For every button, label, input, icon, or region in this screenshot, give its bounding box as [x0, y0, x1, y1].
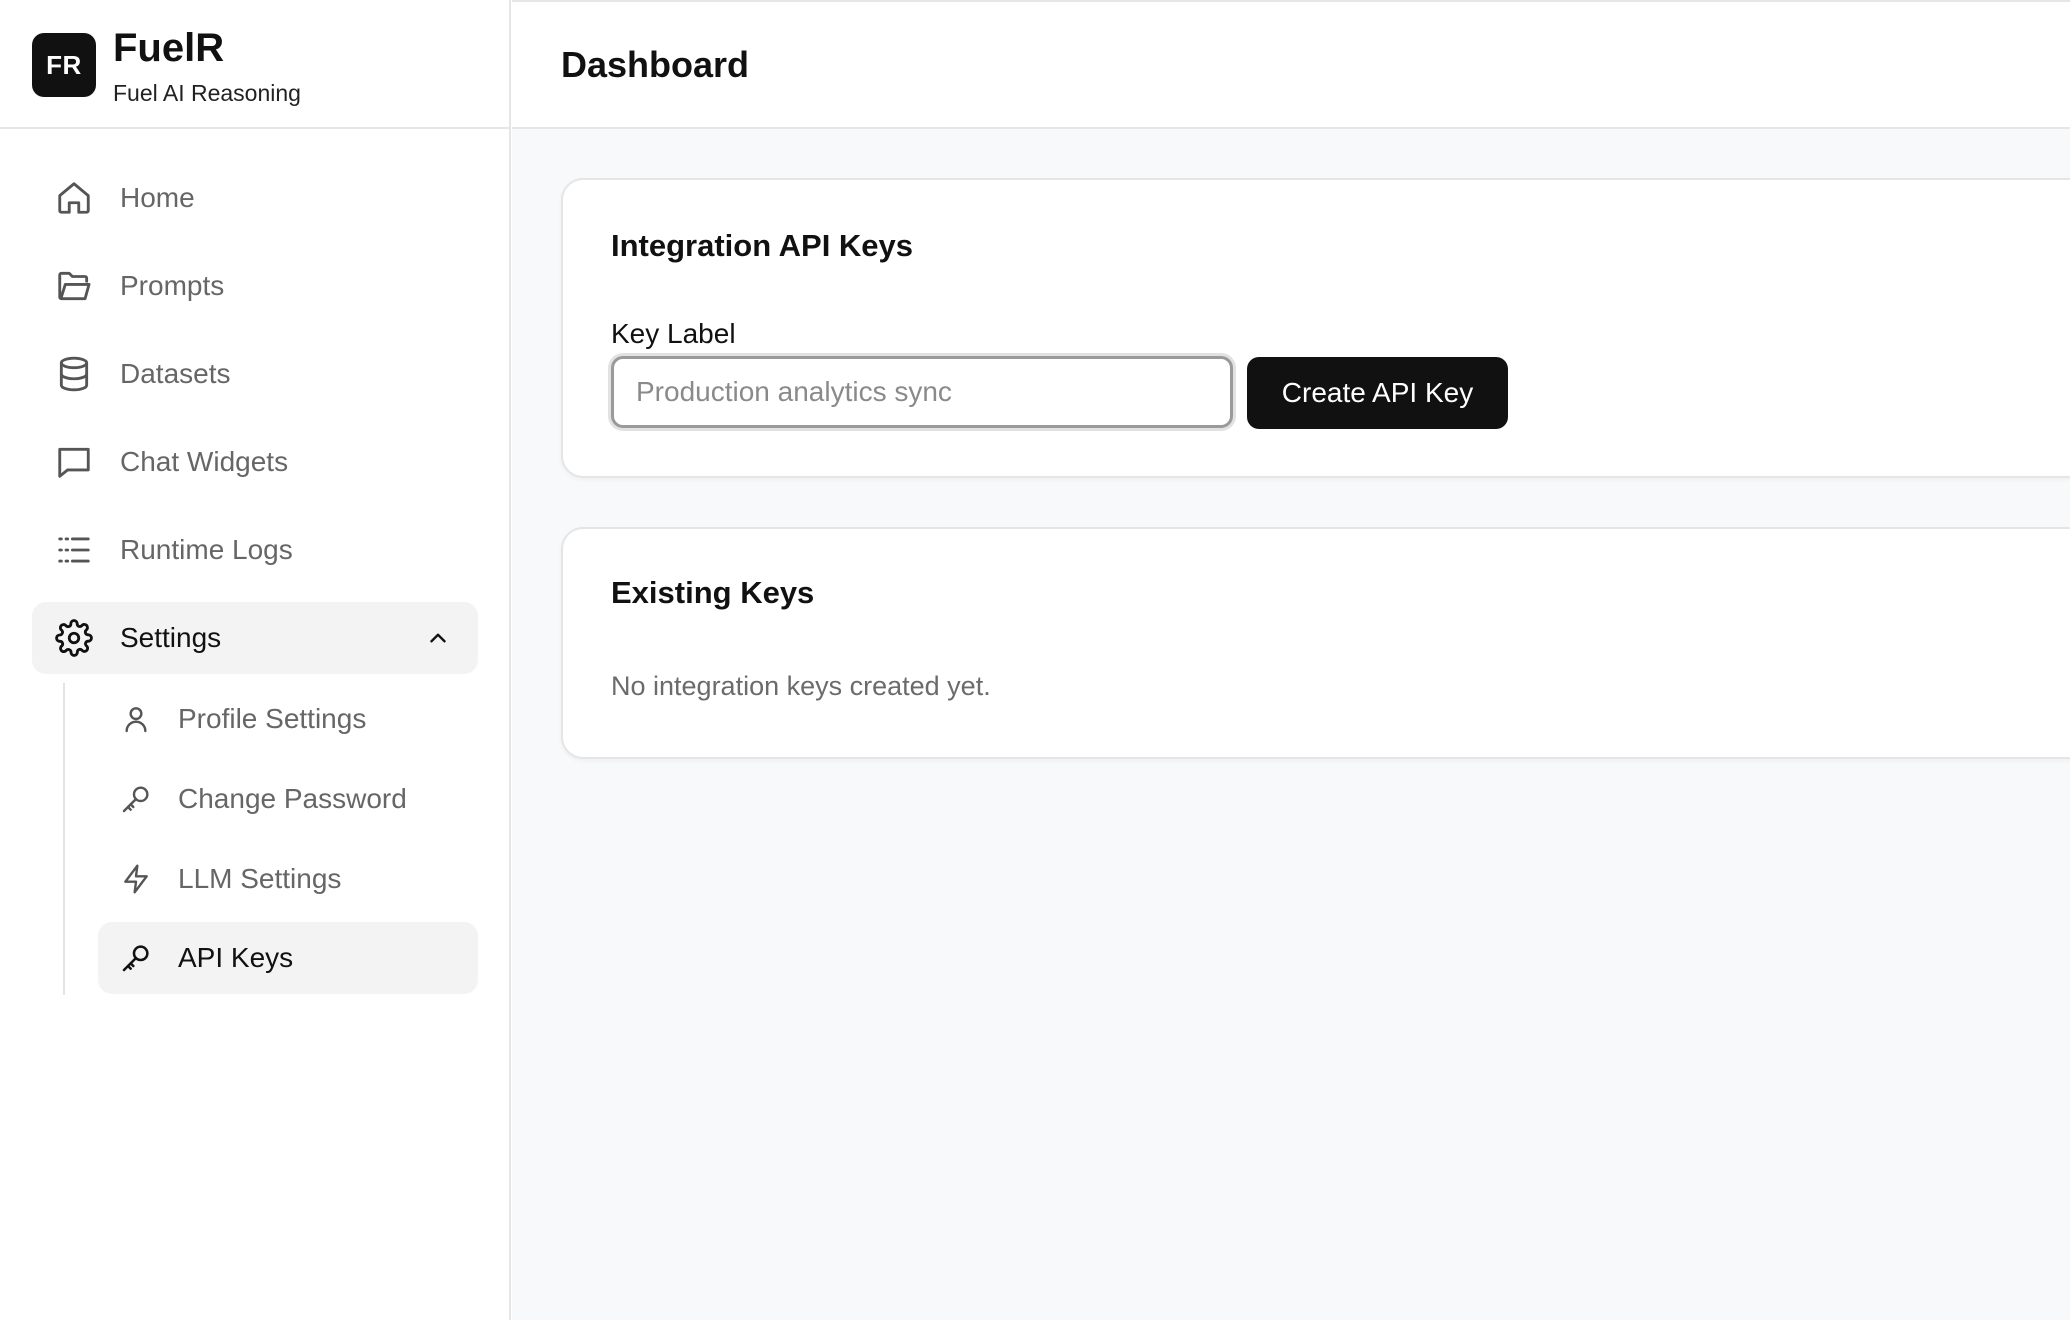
sidebar-item-chat-widgets[interactable]: Chat Widgets [32, 426, 478, 498]
chevron-up-icon[interactable] [424, 624, 452, 652]
top-bar: Dashboard [512, 0, 2070, 129]
submenu-item-label: Change Password [178, 783, 407, 814]
sidebar-item-label: Datasets [120, 358, 231, 389]
sidebar-item-runtime-logs[interactable]: Runtime Logs [32, 514, 478, 586]
card-title: Integration API Keys [611, 228, 914, 263]
sidebar-item-settings[interactable]: Settings [32, 602, 478, 674]
submenu-item-api-keys[interactable]: API Keys [98, 922, 478, 994]
key-icon [118, 940, 154, 976]
folder-open-icon [54, 266, 94, 306]
existing-keys-card: Existing Keys No integration keys create… [561, 527, 2070, 759]
home-icon [54, 178, 94, 218]
brand-logo[interactable]: FR [32, 33, 96, 97]
list-icon [54, 530, 94, 570]
sidebar-item-label: Prompts [120, 270, 225, 301]
sidebar-item-prompts[interactable]: Prompts [32, 250, 478, 322]
empty-state-message: No integration keys created yet. [611, 671, 991, 701]
sidebar: FR FuelR Fuel AI Reasoning Home Prompts [0, 0, 511, 1320]
sidebar-item-datasets[interactable]: Datasets [32, 338, 478, 410]
app-root: FR FuelR Fuel AI Reasoning Home Prompts [0, 0, 2070, 1320]
message-square-icon [54, 442, 94, 482]
main-content: Integration API Keys Key Label Create AP… [512, 129, 2070, 1320]
sidebar-item-home[interactable]: Home [32, 162, 478, 234]
submenu-item-label: API Keys [178, 942, 294, 973]
brand-tagline: Fuel AI Reasoning [113, 80, 301, 106]
database-icon [54, 354, 94, 394]
brand-name: FuelR [113, 26, 225, 70]
sidebar-item-label: Runtime Logs [120, 534, 293, 565]
key-icon [118, 781, 154, 817]
sidebar-item-label: Settings [120, 622, 222, 653]
sidebar-item-label: Home [120, 182, 195, 213]
brand-header: FR FuelR Fuel AI Reasoning [0, 0, 511, 129]
page-title: Dashboard [561, 44, 750, 85]
gear-icon [54, 618, 94, 658]
submenu-item-label: Profile Settings [178, 703, 367, 734]
zap-icon [118, 861, 154, 897]
user-icon [118, 701, 154, 737]
card-title: Existing Keys [611, 575, 815, 610]
integration-api-keys-card: Integration API Keys Key Label Create AP… [561, 178, 2070, 478]
key-label-field-label: Key Label [611, 318, 736, 349]
submenu-item-label: LLM Settings [178, 863, 342, 894]
key-label-input[interactable] [611, 356, 1233, 428]
submenu-item-change-password[interactable]: Change Password [98, 763, 478, 835]
submenu-divider [63, 683, 65, 995]
submenu-item-profile-settings[interactable]: Profile Settings [98, 683, 478, 755]
create-api-key-button[interactable]: Create API Key [1247, 357, 1508, 429]
sidebar-item-label: Chat Widgets [120, 446, 289, 477]
submenu-item-llm-settings[interactable]: LLM Settings [98, 843, 478, 915]
